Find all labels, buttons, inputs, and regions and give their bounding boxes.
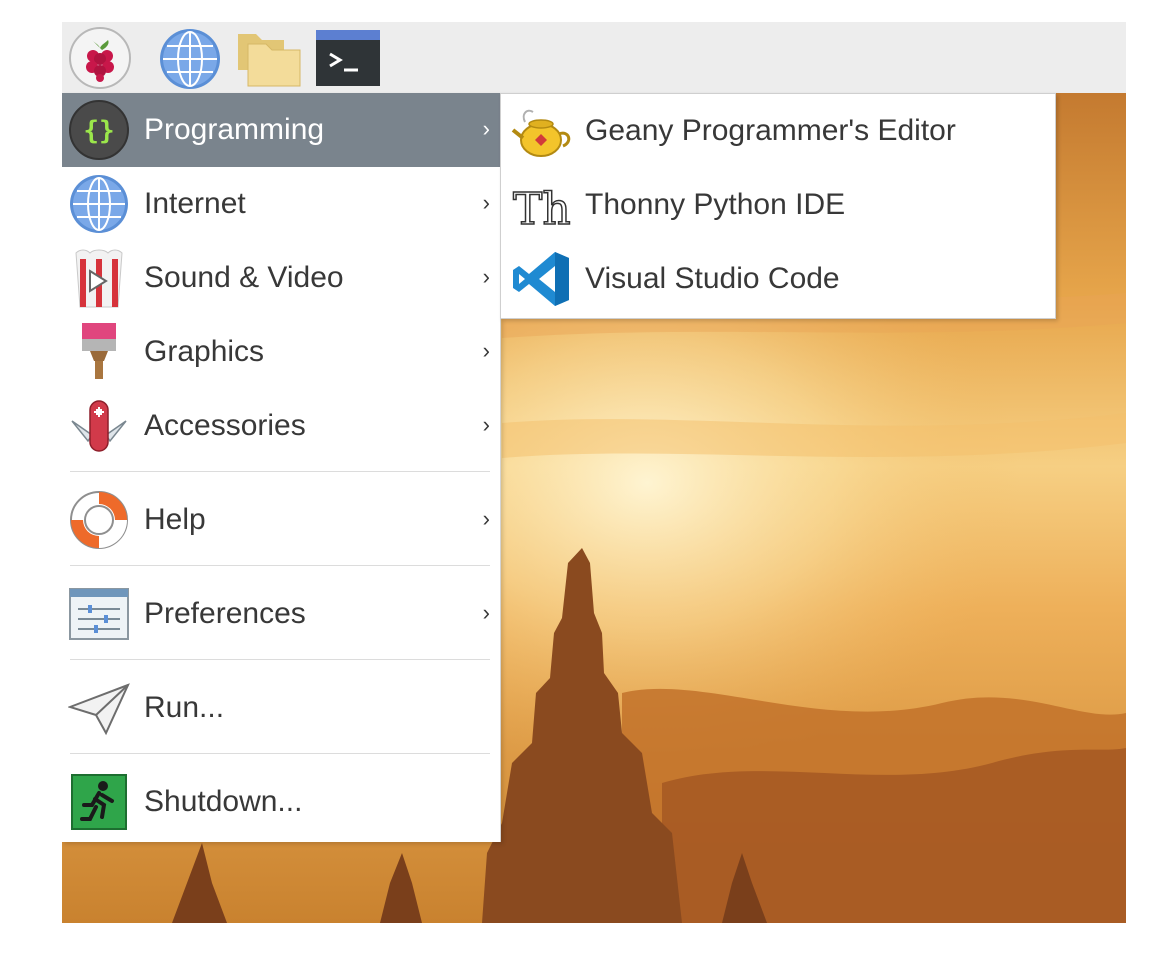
- menu-separator: [70, 753, 490, 754]
- menu-item-graphics[interactable]: Graphics ›: [62, 315, 500, 389]
- menu-item-programming[interactable]: {} Programming ›: [62, 93, 500, 167]
- submenu-item-label: Thonny Python IDE: [585, 188, 846, 221]
- preferences-icon: [68, 583, 130, 645]
- svg-text:Th: Th: [513, 184, 571, 235]
- menu-separator: [70, 659, 490, 660]
- menu-item-internet[interactable]: Internet ›: [62, 167, 500, 241]
- menu-item-shutdown[interactable]: Shutdown...: [62, 765, 500, 839]
- menu-item-sound-video[interactable]: Sound & Video ›: [62, 241, 500, 315]
- chevron-right-icon: ›: [482, 506, 490, 531]
- raspberry-menu-icon[interactable]: [68, 26, 132, 90]
- chevron-right-icon: ›: [482, 264, 490, 289]
- taskbar: [62, 22, 1126, 93]
- submenu-item-label: Geany Programmer's Editor: [585, 114, 956, 147]
- menu-item-label: Accessories: [144, 409, 306, 442]
- programming-icon: {}: [68, 99, 130, 161]
- menu-item-run[interactable]: Run...: [62, 671, 500, 745]
- terminal-icon[interactable]: [316, 26, 380, 90]
- thonny-icon: Th: [511, 174, 575, 236]
- menu-separator: [70, 471, 490, 472]
- submenu-item-label: Visual Studio Code: [585, 262, 840, 295]
- run-icon: [66, 677, 130, 739]
- submenu-item-thonny[interactable]: Th Thonny Python IDE: [501, 168, 1055, 242]
- menu-item-preferences[interactable]: Preferences ›: [62, 577, 500, 651]
- chevron-right-icon: ›: [482, 600, 490, 625]
- submenu-item-geany[interactable]: Geany Programmer's Editor: [501, 94, 1055, 168]
- svg-text:{}: {}: [83, 116, 114, 146]
- sound-video-icon: [68, 247, 130, 309]
- help-icon: [68, 489, 130, 551]
- menu-item-help[interactable]: Help ›: [62, 483, 500, 557]
- geany-icon: [511, 100, 575, 162]
- programming-submenu: Geany Programmer's Editor Th Thonny Pyth…: [500, 93, 1056, 319]
- submenu-item-vscode[interactable]: Visual Studio Code: [501, 242, 1055, 316]
- menu-item-label: Shutdown...: [144, 785, 303, 818]
- menu-item-label: Help: [144, 503, 206, 536]
- menu-item-label: Graphics: [144, 335, 265, 368]
- chevron-right-icon: ›: [482, 412, 490, 437]
- chevron-right-icon: ›: [482, 190, 490, 215]
- internet-icon: [68, 173, 130, 235]
- shutdown-icon: [68, 771, 130, 833]
- graphics-icon: [68, 321, 130, 383]
- menu-item-label: Preferences: [144, 597, 306, 630]
- menu-item-label: Internet: [144, 187, 246, 220]
- accessories-icon: [68, 395, 130, 457]
- menu-item-label: Run...: [144, 691, 225, 724]
- chevron-right-icon: ›: [482, 338, 490, 363]
- screen: {} Programming › Internet › Sound & Vide…: [62, 22, 1126, 923]
- menu-item-label: Sound & Video: [144, 261, 344, 294]
- web-browser-icon[interactable]: [158, 26, 222, 90]
- menu-item-accessories[interactable]: Accessories ›: [62, 389, 500, 463]
- menu-item-label: Programming: [144, 113, 325, 146]
- vscode-icon: [511, 248, 575, 310]
- chevron-right-icon: ›: [482, 116, 490, 141]
- application-menu: {} Programming › Internet › Sound & Vide…: [62, 93, 501, 842]
- menu-separator: [70, 565, 490, 566]
- file-manager-icon[interactable]: [234, 26, 301, 90]
